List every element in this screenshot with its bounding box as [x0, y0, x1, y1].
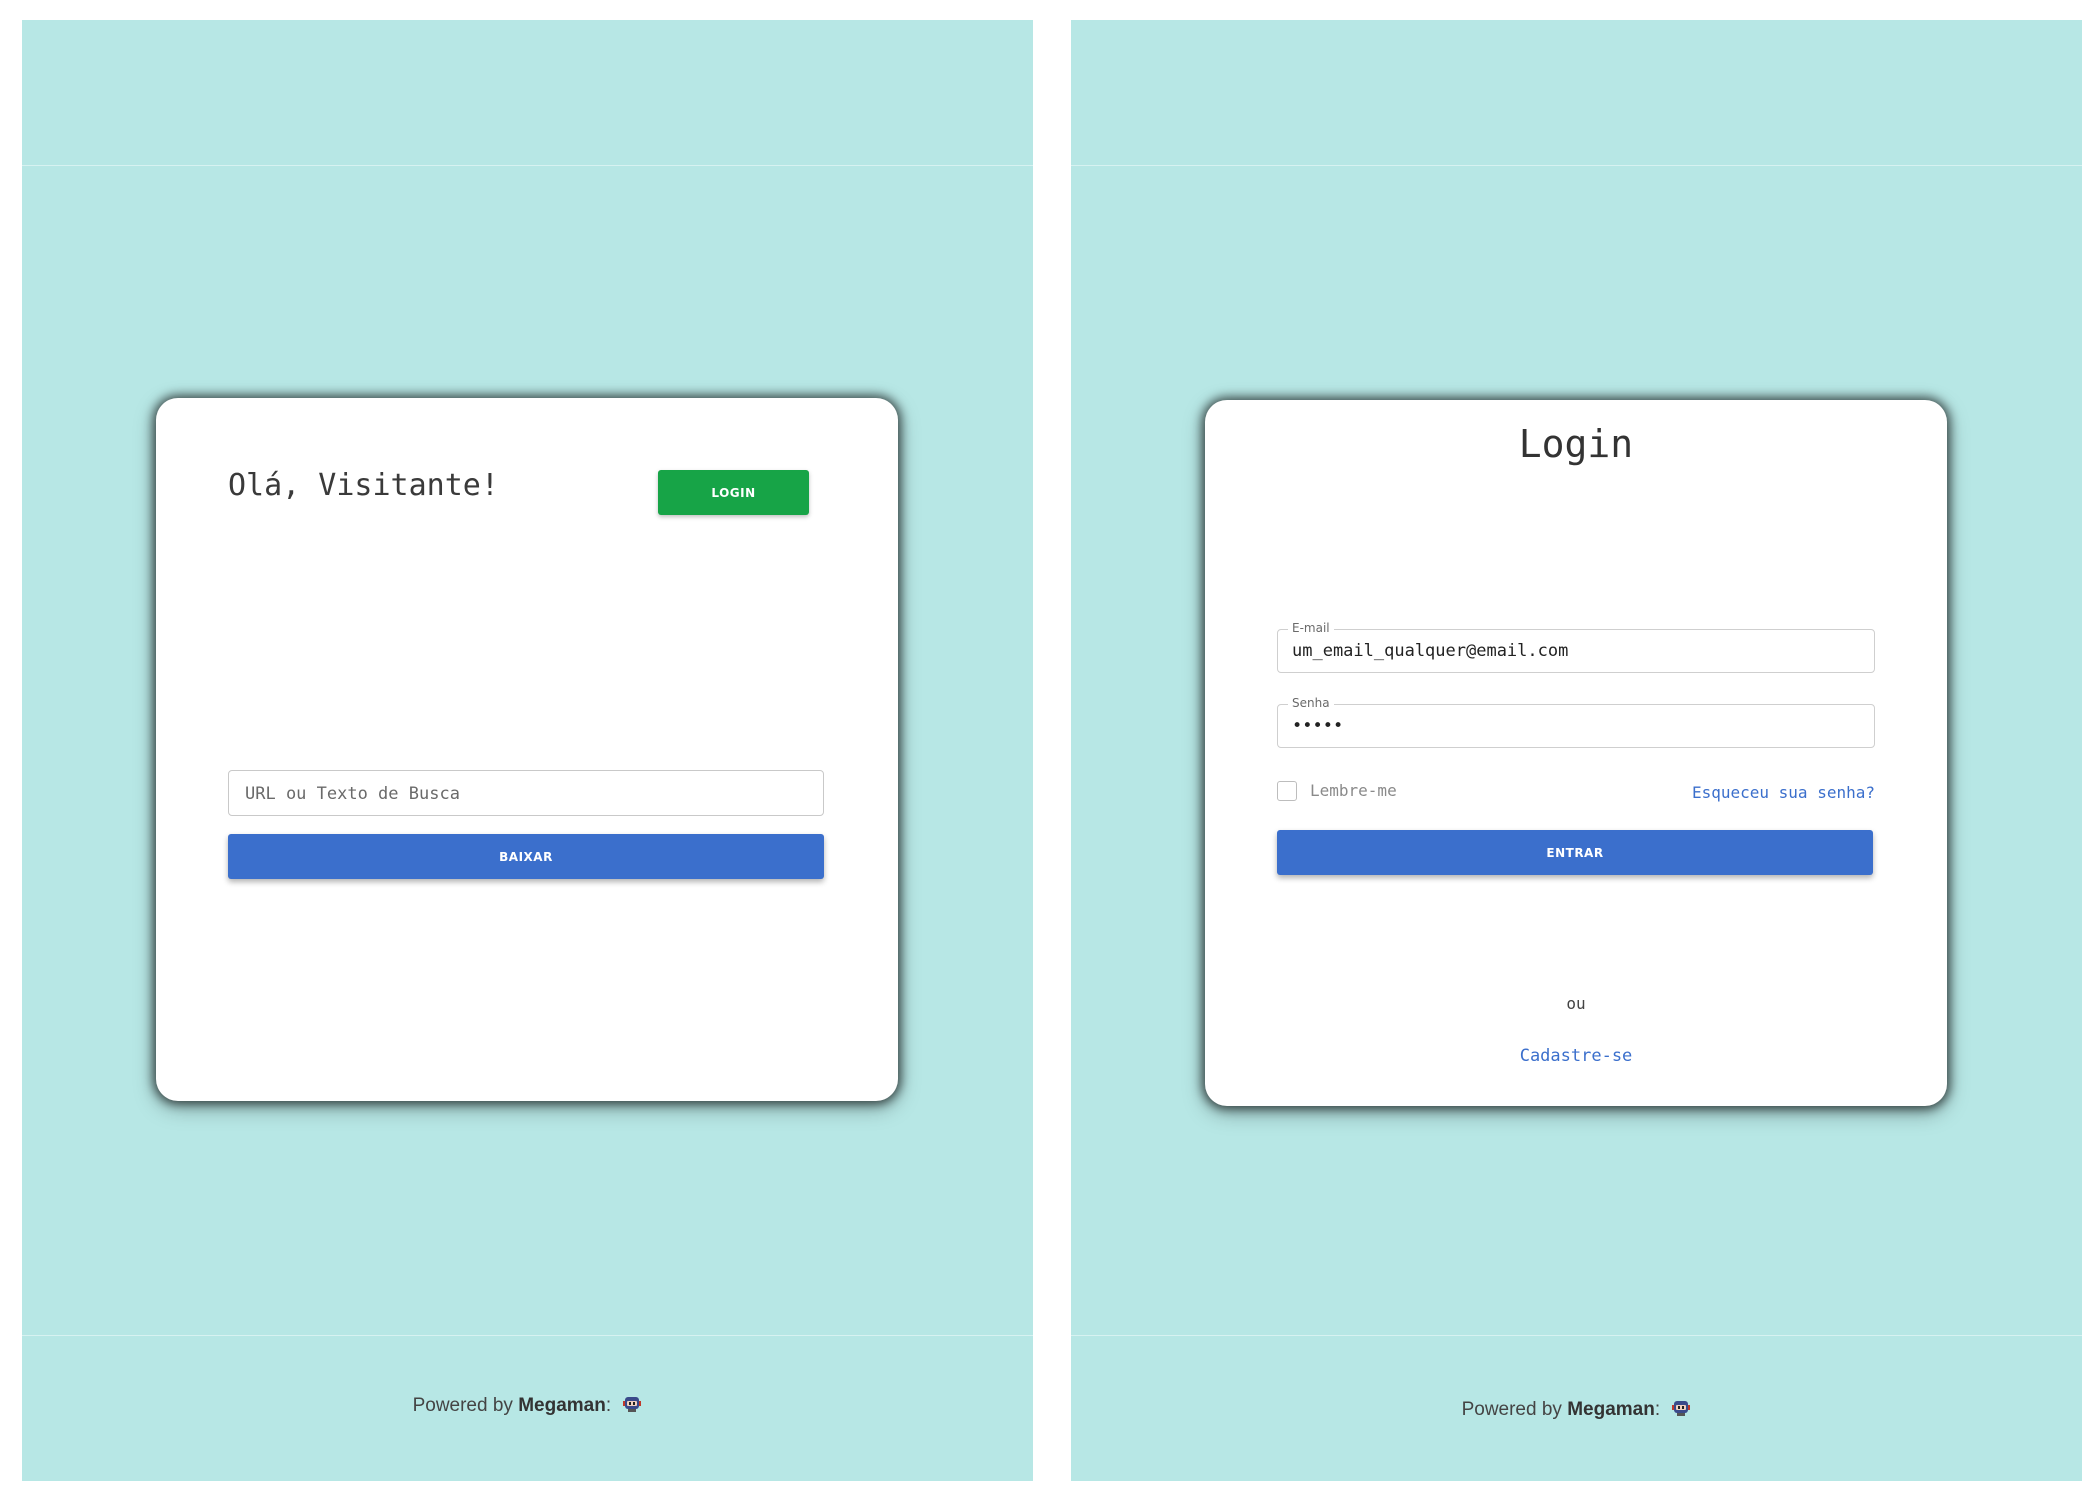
footer-divider	[22, 1335, 1033, 1336]
login-card: Login E-mail um_email_qualquer@email.com…	[1205, 400, 1947, 1106]
home-card: Olá, Visitante! LOGIN BAIXAR	[156, 398, 898, 1101]
remember-checkbox[interactable]	[1277, 781, 1297, 801]
email-value[interactable]: um_email_qualquer@email.com	[1292, 641, 1568, 661]
header-divider	[22, 165, 1033, 166]
password-value[interactable]: •••••	[1292, 716, 1343, 736]
footer-divider	[1071, 1335, 2082, 1336]
login-title: Login	[1518, 422, 1634, 466]
signup-link[interactable]: Cadastre-se	[1205, 1046, 1947, 1066]
footer-brand: Megaman	[1567, 1399, 1655, 1420]
robot-icon	[1672, 1401, 1691, 1416]
or-separator: ou	[1566, 994, 1586, 1013]
remember-label[interactable]: Lembre-me	[1310, 781, 1397, 800]
home-screen: Olá, Visitante! LOGIN BAIXAR Powered by …	[22, 20, 1033, 1481]
footer: Powered by Megaman:	[22, 1395, 1033, 1417]
footer-colon: :	[1654, 1399, 1661, 1420]
header-divider	[1071, 165, 2082, 166]
footer: Powered by Megaman:	[1071, 1399, 2082, 1421]
email-field[interactable]: E-mail um_email_qualquer@email.com	[1277, 621, 1875, 673]
password-field[interactable]: Senha •••••	[1277, 696, 1875, 748]
email-label: E-mail	[1288, 621, 1334, 635]
password-label: Senha	[1288, 696, 1334, 710]
search-input[interactable]	[243, 771, 807, 817]
login-screen: Login E-mail um_email_qualquer@email.com…	[1071, 20, 2082, 1481]
footer-brand: Megaman	[518, 1395, 606, 1416]
forgot-password-link[interactable]: Esqueceu sua senha?	[1692, 783, 1875, 802]
enter-button[interactable]: ENTRAR	[1277, 830, 1873, 875]
greeting-text: Olá, Visitante!	[228, 468, 499, 503]
search-field[interactable]	[228, 770, 824, 817]
login-button[interactable]: LOGIN	[658, 470, 809, 515]
footer-colon: :	[605, 1395, 612, 1416]
robot-icon	[623, 1397, 642, 1412]
footer-powered-text: Powered by	[412, 1395, 513, 1416]
download-button[interactable]: BAIXAR	[228, 834, 824, 879]
footer-powered-text: Powered by	[1461, 1399, 1562, 1420]
